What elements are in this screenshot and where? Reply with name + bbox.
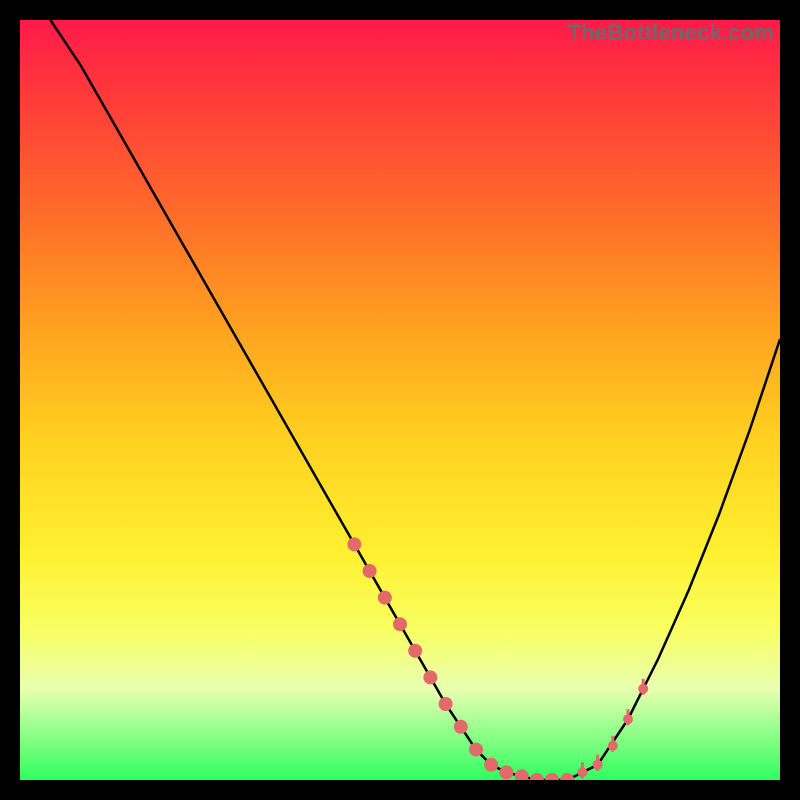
marker-dot xyxy=(638,684,648,694)
marker-dot xyxy=(454,720,468,734)
markers-left-descent xyxy=(347,537,483,756)
marker-dot xyxy=(560,773,574,780)
marker-dot xyxy=(469,743,483,757)
marker-dot xyxy=(530,773,544,780)
marker-dot xyxy=(577,767,587,777)
marker-dot xyxy=(363,564,377,578)
marker-dot xyxy=(608,741,618,751)
marker-dot xyxy=(545,773,559,780)
marker-dot xyxy=(484,758,498,772)
marker-dot xyxy=(499,765,513,779)
marker-dot xyxy=(423,670,437,684)
marker-dot xyxy=(408,644,422,658)
marker-dot xyxy=(347,537,361,551)
marker-dot xyxy=(393,617,407,631)
bottleneck-curve-path xyxy=(50,20,780,780)
curve-svg xyxy=(20,20,780,780)
markers-right-ascent-ticks xyxy=(577,679,648,779)
chart-canvas: TheBottleneck.com xyxy=(0,0,800,800)
marker-dot xyxy=(515,769,529,780)
marker-dot xyxy=(439,697,453,711)
marker-dot xyxy=(593,760,603,770)
marker-dot xyxy=(623,714,633,724)
marker-dot xyxy=(378,591,392,605)
plot-area: TheBottleneck.com xyxy=(20,20,780,780)
